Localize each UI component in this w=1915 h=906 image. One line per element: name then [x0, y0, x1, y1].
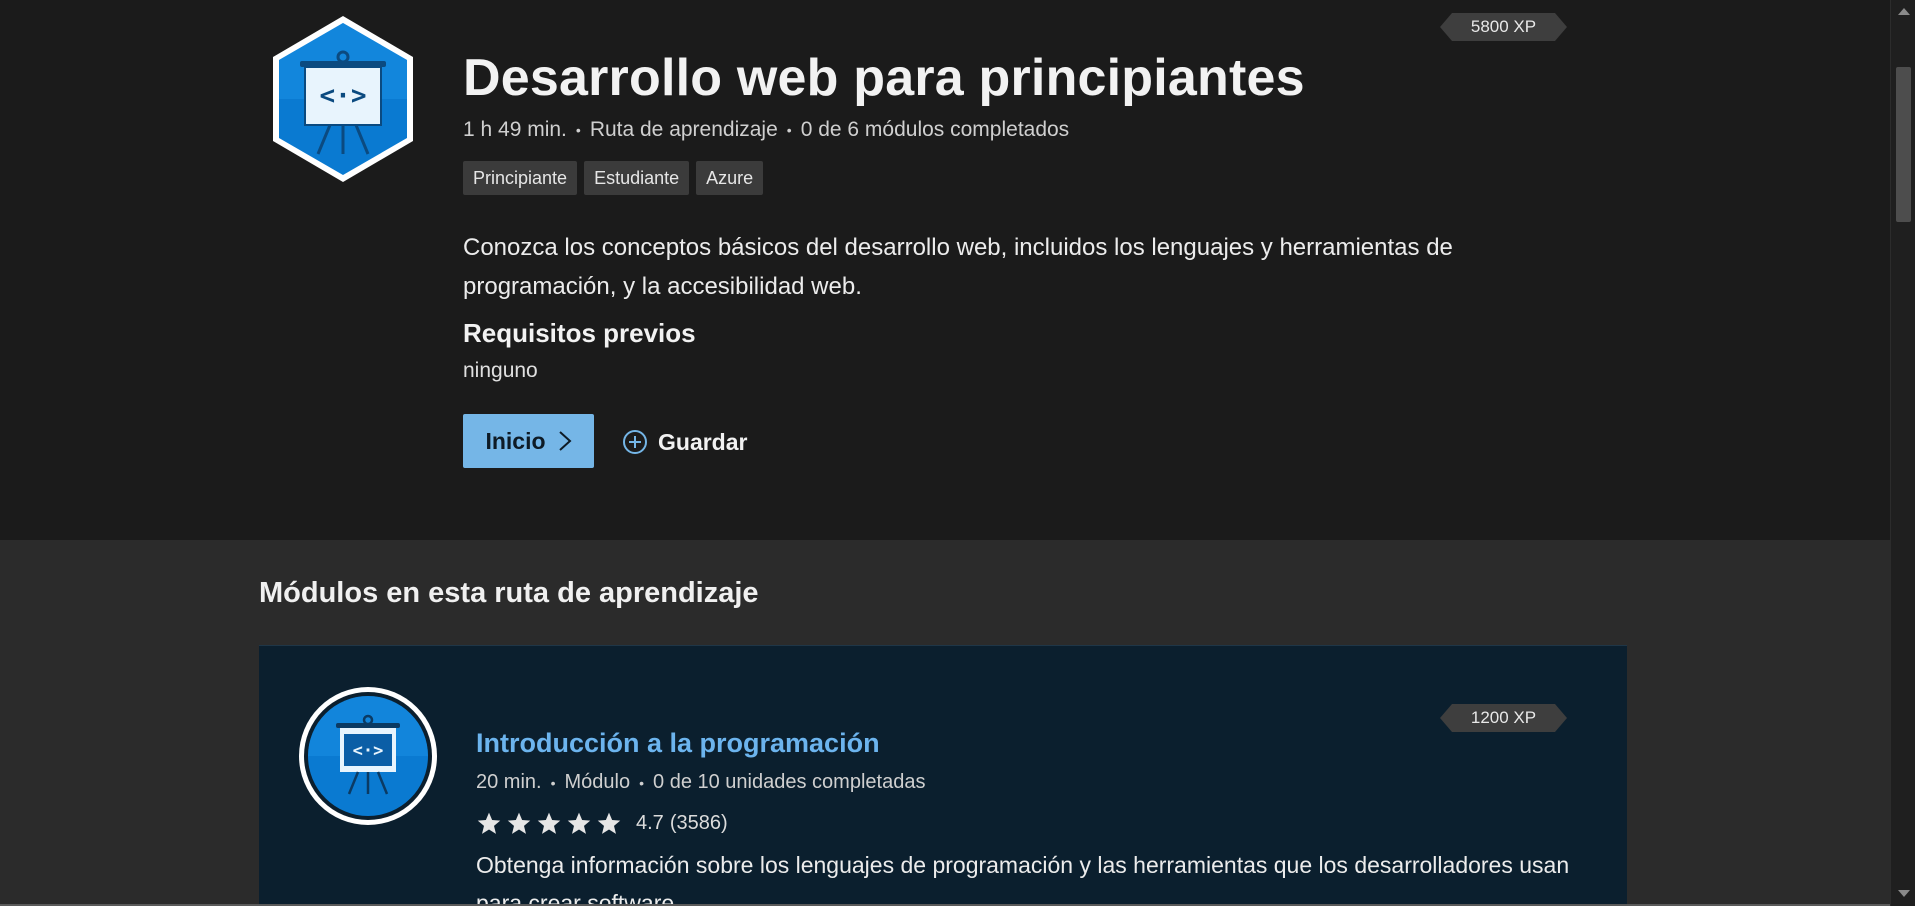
module-description: Obtenga información sobre los lenguajes … [476, 852, 1570, 906]
module-rating: 4.7 (3586) [476, 811, 728, 836]
svg-text:<·>: <·> [320, 81, 367, 111]
star-icon [507, 812, 531, 834]
rating-count: (3586) [669, 812, 728, 834]
save-button[interactable]: Guardar [622, 424, 747, 460]
star-rating [476, 811, 622, 836]
vertical-scrollbar[interactable] [1890, 0, 1915, 906]
path-description: Conozca los conceptos básicos del desarr… [463, 234, 1453, 300]
tag-list: Principiante Estudiante Azure [463, 161, 764, 195]
progress-text: 0 de 6 módulos completados [800, 118, 1070, 141]
module-title-link[interactable]: Introducción a la programación [476, 728, 880, 759]
start-button-label: Inicio [485, 427, 546, 454]
star-icon [537, 812, 561, 834]
star-icon [567, 812, 591, 834]
module-meta: 20 min. • Módulo • 0 de 10 unidades comp… [476, 771, 925, 794]
scroll-up-arrow-icon[interactable] [1898, 8, 1910, 15]
tag-principiante[interactable]: Principiante [463, 161, 578, 195]
module-progress: 0 de 10 unidades completadas [653, 771, 926, 793]
learning-path-header: <·> Desarrollo web para principiantes 1 … [0, 0, 1890, 540]
page-title: Desarrollo web para principiantes [463, 49, 1305, 107]
tag-azure[interactable]: Azure [696, 161, 764, 195]
path-meta: 1 h 49 min. • Ruta de aprendizaje • 0 de… [463, 118, 1069, 142]
modules-section: Módulos en esta ruta de aprendizaje <·> … [0, 540, 1890, 906]
xp-badge: 5800 XP [1440, 13, 1567, 41]
module-card: <·> Introducción a la programación 20 mi… [259, 645, 1627, 906]
rating-score: 4.7 [636, 812, 664, 834]
scroll-down-arrow-icon[interactable] [1898, 890, 1910, 897]
star-icon [477, 812, 501, 834]
modules-heading: Módulos en esta ruta de aprendizaje [259, 577, 759, 609]
module-xp-badge: 1200 XP [1440, 704, 1567, 732]
start-button[interactable]: Inicio [463, 414, 594, 468]
add-circle-icon [623, 430, 647, 454]
content-type: Ruta de aprendizaje [589, 118, 778, 141]
page: <·> Desarrollo web para principiantes 1 … [0, 0, 1915, 906]
separator-dot: • [639, 774, 645, 791]
tag-estudiante[interactable]: Estudiante [584, 161, 690, 195]
separator-dot: • [575, 122, 581, 138]
prerequisites-heading: Requisitos previos [463, 318, 696, 348]
svg-text:<·>: <·> [353, 741, 384, 761]
chevron-right-icon [558, 431, 572, 451]
separator-dot: • [786, 122, 792, 138]
presentation-code-icon: <·> [273, 16, 413, 182]
duration: 1 h 49 min. [463, 118, 567, 141]
presentation-code-icon: <·> [299, 687, 437, 825]
separator-dot: • [550, 774, 556, 791]
save-button-label: Guardar [658, 428, 748, 455]
module-type: Módulo [564, 771, 631, 793]
prerequisites-value: ninguno [463, 359, 538, 382]
module-duration: 20 min. [476, 771, 542, 793]
scrollbar-thumb[interactable] [1896, 67, 1911, 222]
star-icon [597, 812, 621, 834]
